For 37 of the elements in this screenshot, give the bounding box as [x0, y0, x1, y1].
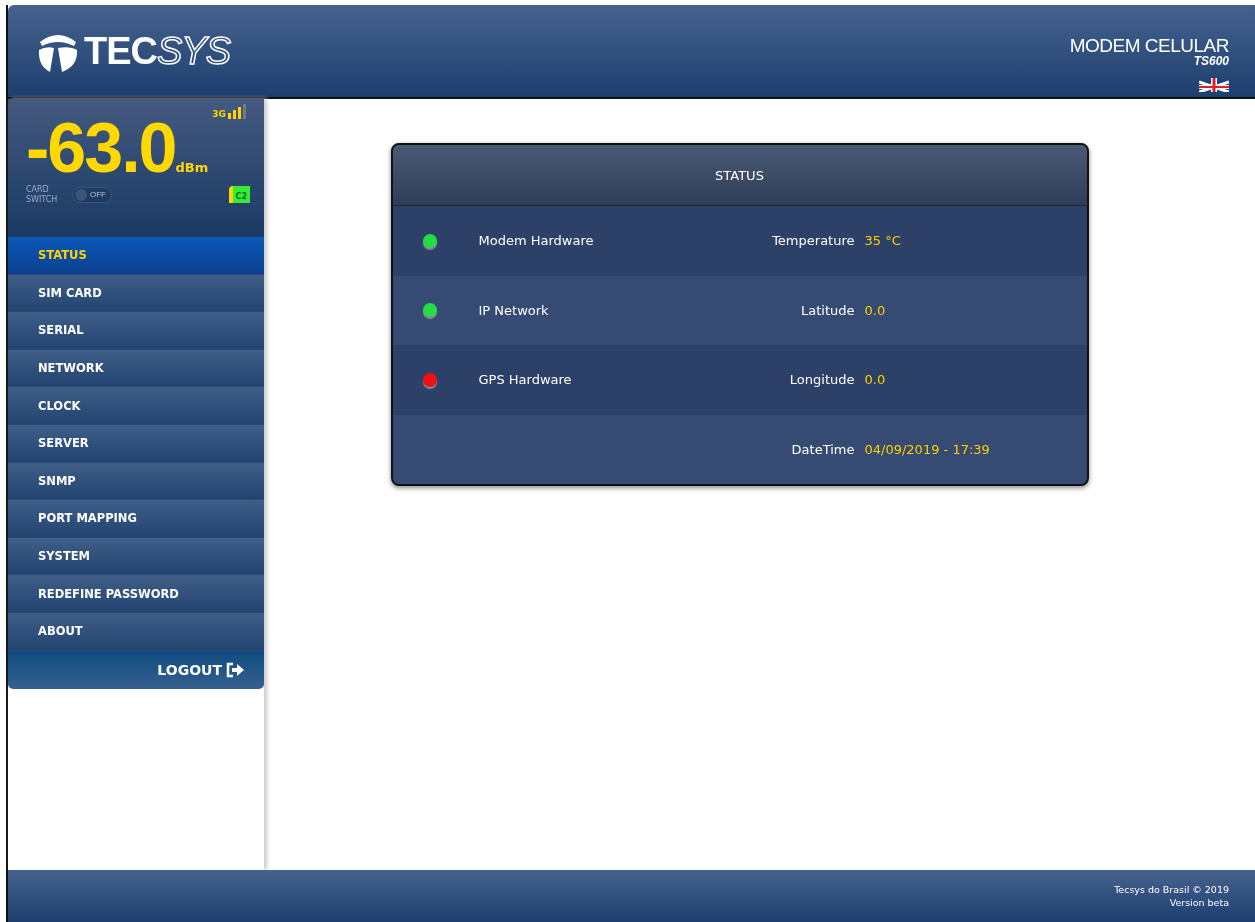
copyright-text: Tecsys do Brasil © 2019 — [1114, 882, 1229, 896]
menu-item[interactable]: SIM CARD — [8, 274, 264, 313]
field-value: 04/09/2019 - 17:39 — [864, 441, 990, 457]
version-text: Version beta — [1169, 896, 1229, 910]
network-type: 3G — [212, 109, 226, 119]
status-label: IP Network — [478, 302, 549, 318]
card-title: STATUS — [392, 145, 1087, 206]
card-switch-label: CARD SWITCH — [26, 185, 59, 205]
signal-reading: -63.0 — [26, 113, 176, 183]
field-label: DateTime — [790, 441, 855, 457]
logout-button[interactable]: LOGOUT — [8, 650, 264, 689]
menu-item[interactable]: PORT MAPPING — [8, 500, 264, 538]
menu-item[interactable]: ABOUT — [8, 612, 264, 651]
status-label: Modem Hardware — [478, 233, 594, 249]
logo-text: TECSYS — [84, 29, 231, 73]
field-value: 0.0 — [864, 302, 886, 318]
menu-item[interactable]: SERIAL — [8, 312, 264, 350]
model-name: TS600 — [1193, 53, 1229, 68]
field-value: 35 °C — [864, 233, 901, 249]
menu-item[interactable]: SERVER — [8, 424, 264, 463]
field-label: Temperature — [771, 233, 855, 249]
flag-icon[interactable] — [1199, 77, 1229, 92]
menu-item[interactable]: REDEFINE PASSWORD — [8, 575, 264, 613]
menu-item[interactable]: CLOCK — [8, 387, 264, 425]
status-label: GPS Hardware — [478, 372, 572, 388]
field-label: Latitude — [800, 302, 855, 318]
logout-icon — [226, 661, 244, 678]
field-value: 0.0 — [864, 372, 886, 388]
menu-item[interactable]: NETWORK — [8, 349, 264, 388]
menu-item[interactable]: SYSTEM — [8, 537, 264, 576]
menu-item[interactable]: STATUS — [8, 237, 264, 275]
field-label: Longitude — [788, 372, 855, 388]
product-name: MODEM CELULAR — [1069, 34, 1229, 56]
menu-item[interactable]: SNMP — [8, 462, 264, 501]
card-switch-toggle[interactable]: OFF — [72, 186, 112, 203]
sim-card-icon: C2 — [228, 186, 250, 204]
signal-unit: dBm — [175, 160, 209, 175]
